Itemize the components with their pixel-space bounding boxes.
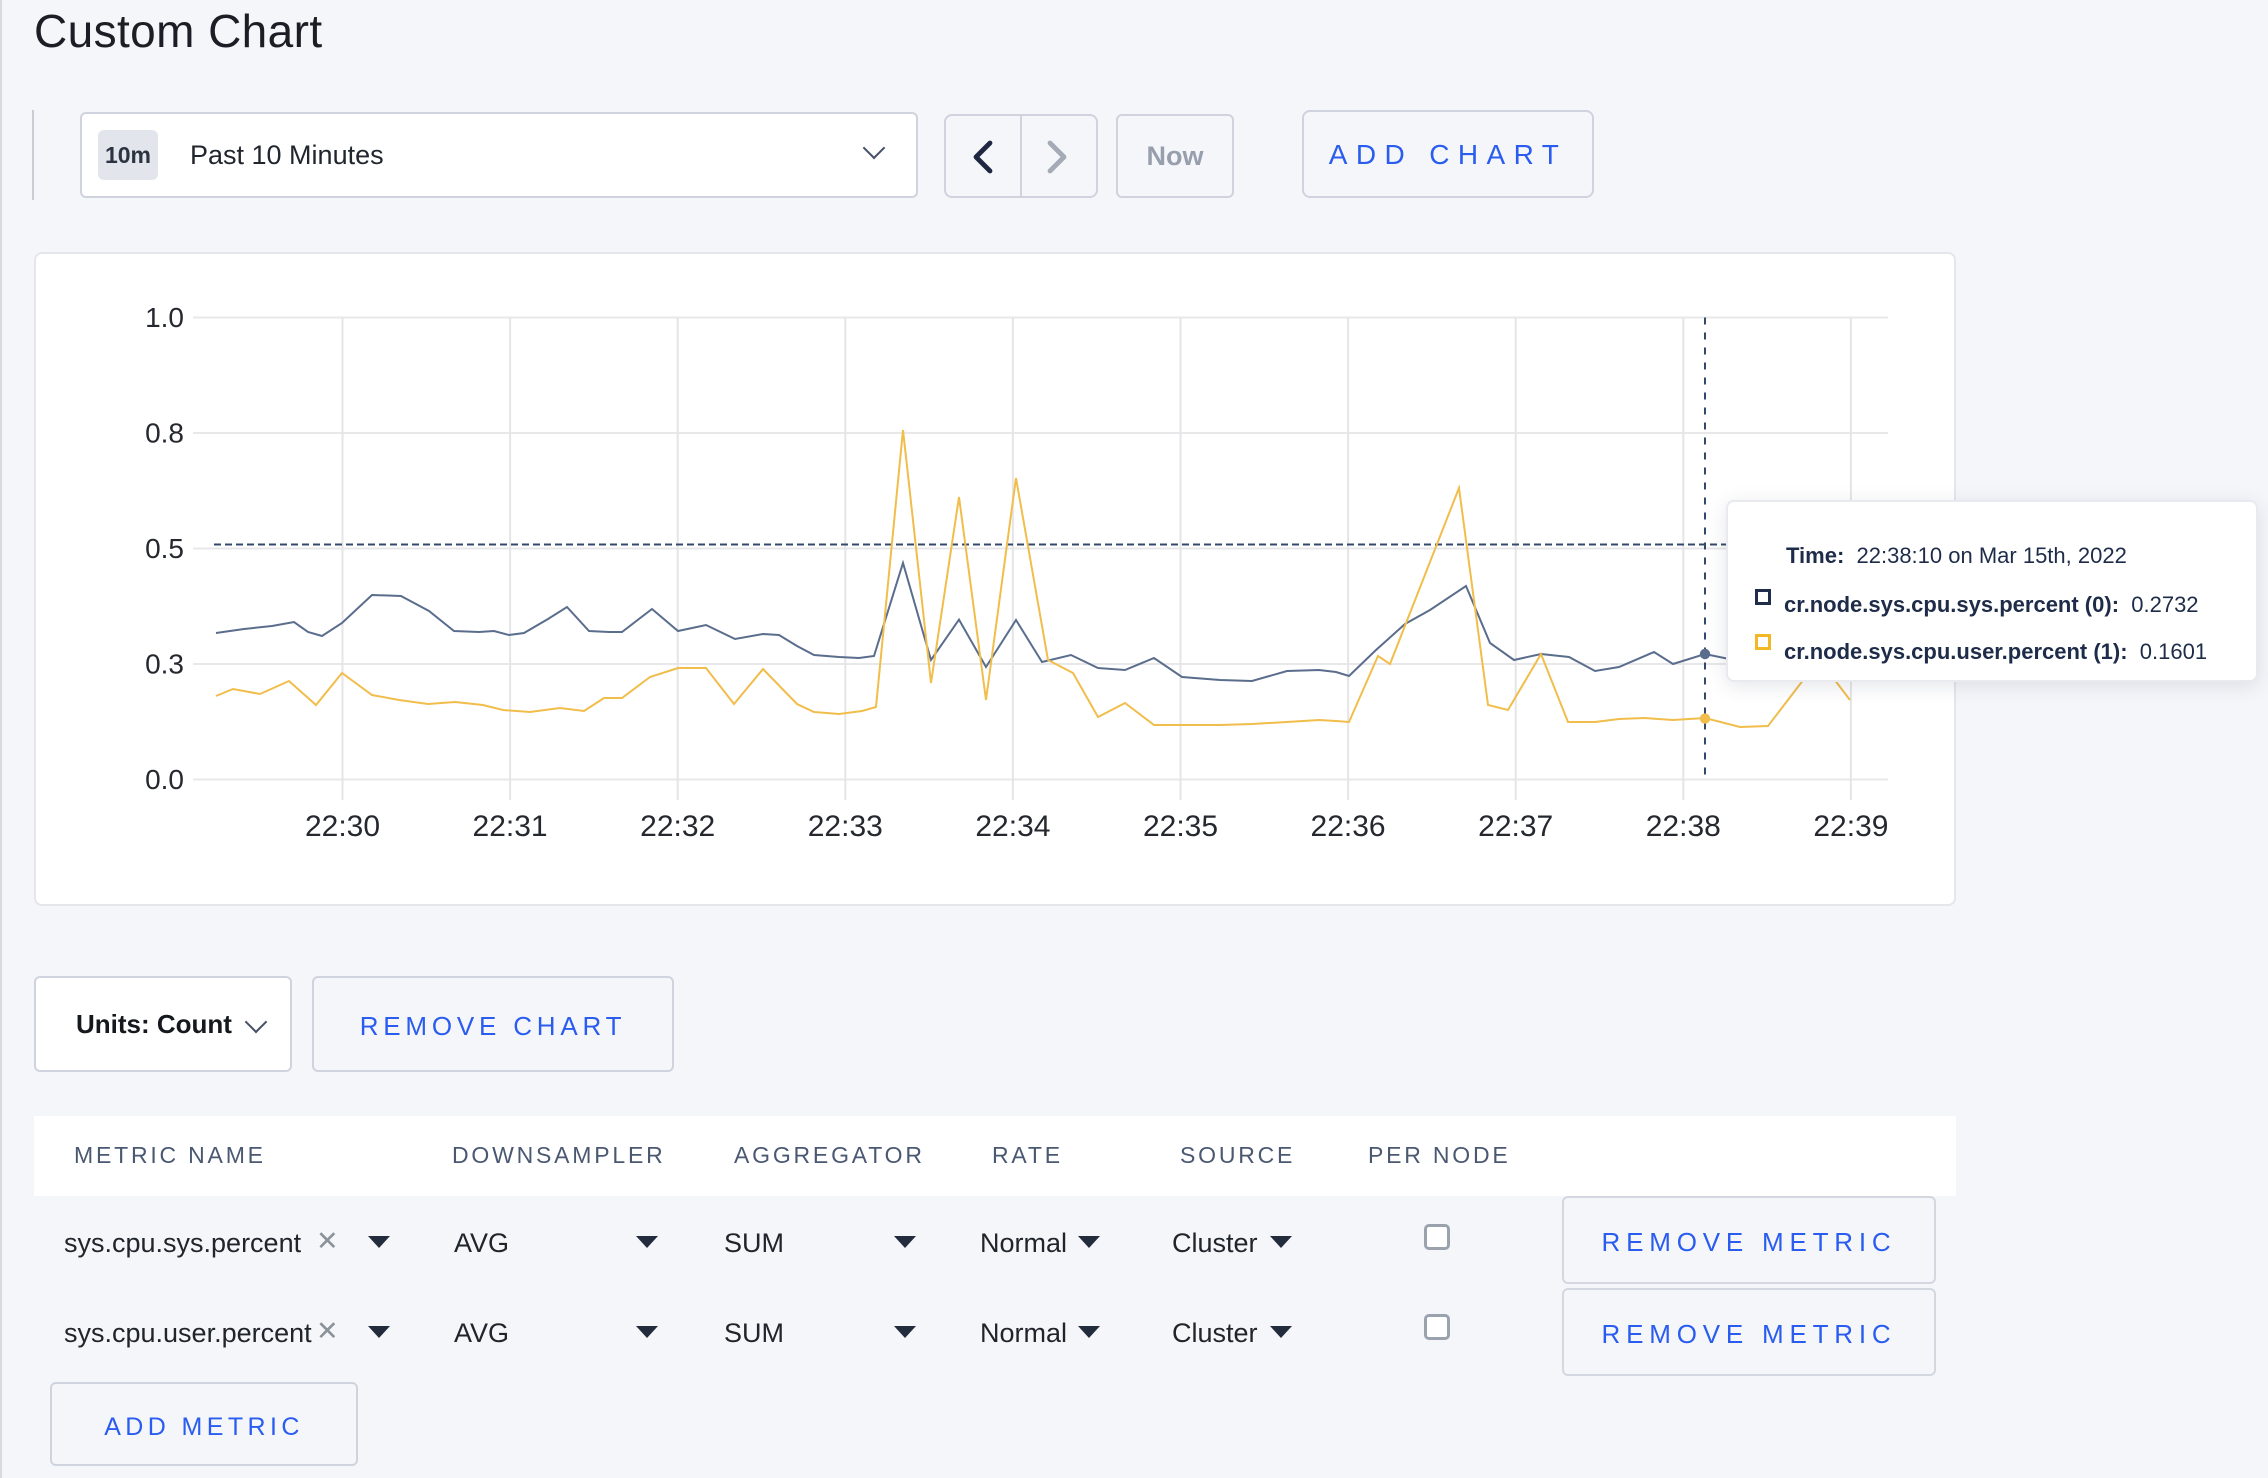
svg-text:0.3: 0.3 [145, 649, 184, 680]
svg-text:22:38: 22:38 [1646, 810, 1721, 843]
svg-text:22:33: 22:33 [808, 810, 883, 843]
svg-text:22:30: 22:30 [305, 810, 380, 843]
svg-text:0.5: 0.5 [145, 533, 184, 564]
svg-text:22:34: 22:34 [975, 810, 1050, 843]
svg-text:22:32: 22:32 [640, 810, 715, 843]
svg-text:22:31: 22:31 [473, 810, 548, 843]
svg-text:22:36: 22:36 [1311, 810, 1386, 843]
svg-text:0.0: 0.0 [145, 764, 184, 795]
svg-text:22:37: 22:37 [1478, 810, 1553, 843]
svg-text:22:39: 22:39 [1813, 810, 1888, 843]
svg-text:0.8: 0.8 [145, 418, 184, 449]
svg-text:1.0: 1.0 [145, 302, 184, 333]
svg-text:22:35: 22:35 [1143, 810, 1218, 843]
